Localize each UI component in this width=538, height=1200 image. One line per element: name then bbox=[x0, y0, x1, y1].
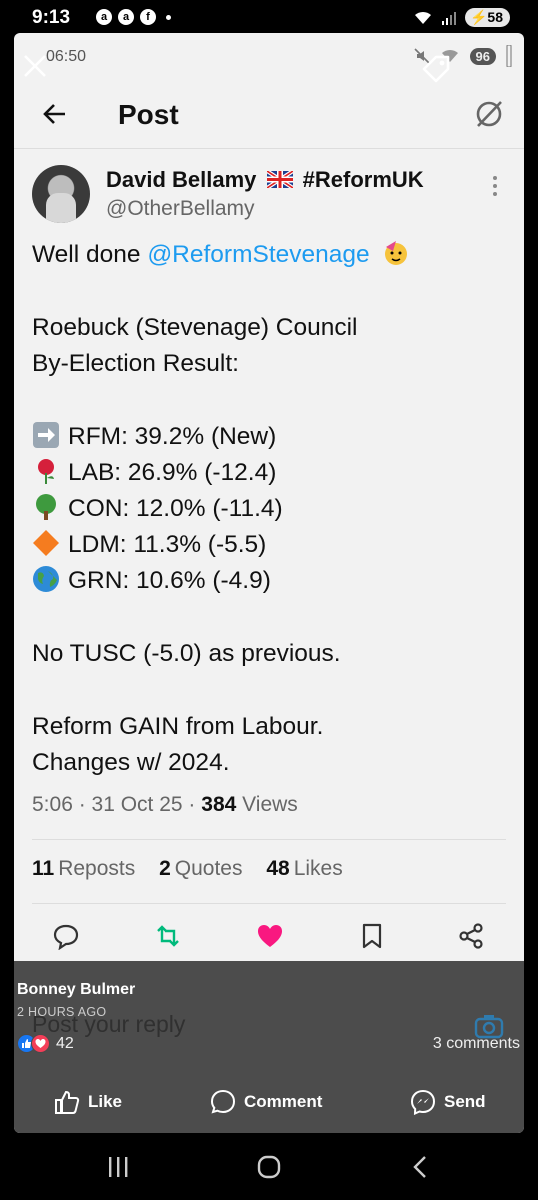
reposts-stat[interactable]: 11 Reposts bbox=[32, 857, 135, 880]
inner-status-time: 06:50 bbox=[46, 48, 87, 65]
screenshot-card: 06:50 96 Post David Bellamy #ReformUK @O… bbox=[14, 33, 524, 1133]
system-icons: ⚡58 bbox=[413, 8, 510, 27]
result-line: LDM: 11.3% (-5.5) bbox=[32, 527, 502, 563]
more-notifications-icon bbox=[166, 14, 171, 20]
views-count: 384 bbox=[201, 793, 237, 816]
reaction-count: 42 bbox=[56, 1034, 74, 1052]
partying-face-emoji-icon bbox=[385, 241, 408, 265]
comments-count[interactable]: 3 comments bbox=[433, 1035, 520, 1053]
fb-send-label: Send bbox=[444, 1092, 486, 1111]
grok-icon[interactable] bbox=[474, 99, 504, 129]
reposts-count: 11 bbox=[32, 857, 55, 880]
comment-bubble-icon bbox=[210, 1089, 236, 1114]
post-timestamp: 5:06 · 31 Oct 25 · bbox=[32, 793, 202, 816]
author-display-name: David Bellamy bbox=[106, 167, 257, 192]
facebook-notification-icon: f bbox=[140, 9, 156, 25]
uk-flag-icon bbox=[266, 171, 293, 188]
post-line: Reform GAIN from Labour. bbox=[32, 713, 324, 740]
battery-level: 58 bbox=[487, 9, 503, 25]
rose-emoji-icon bbox=[38, 459, 54, 484]
post-line: Changes w/ 2024. bbox=[32, 749, 230, 776]
author-tag: #ReformUK bbox=[302, 167, 424, 192]
comment-time: 2 HOURS AGO bbox=[17, 1005, 107, 1019]
reposts-label: Reposts bbox=[58, 857, 136, 880]
battery-indicator: ⚡58 bbox=[464, 8, 510, 27]
like-heart-icon[interactable] bbox=[256, 922, 284, 950]
author-handle[interactable]: @OtherBellamy bbox=[106, 197, 255, 221]
reactions-summary[interactable]: 42 bbox=[17, 1034, 74, 1053]
result-text: LDM: 11.3% (-5.5) bbox=[68, 531, 267, 558]
likes-stat[interactable]: 48 Likes bbox=[266, 857, 342, 880]
fb-like-label: Like bbox=[88, 1092, 123, 1111]
quotes-count: 2 bbox=[159, 857, 171, 880]
post-meta: 5:06 · 31 Oct 25 · 384 Views bbox=[32, 793, 298, 817]
navigation-bar bbox=[0, 1140, 538, 1200]
result-line: RFM: 39.2% (New) bbox=[32, 419, 502, 455]
post-line: Roebuck (Stevenage) Council bbox=[32, 314, 358, 341]
fb-comment-button[interactable]: Comment bbox=[210, 1089, 322, 1115]
commenter-name[interactable]: Bonney Bulmer bbox=[17, 981, 135, 999]
post-header: Post bbox=[14, 85, 524, 149]
post-text: Well done @ReformStevenage Roebuck (Stev… bbox=[32, 237, 502, 781]
globe-emoji-icon bbox=[33, 566, 59, 592]
reply-icon[interactable] bbox=[52, 922, 80, 950]
app-notification-icon: a bbox=[118, 9, 134, 25]
post-text-segment: Well done bbox=[32, 241, 148, 268]
tag-icon[interactable] bbox=[418, 51, 452, 85]
bookmark-icon[interactable] bbox=[358, 922, 386, 950]
back-nav-icon[interactable] bbox=[410, 1154, 430, 1180]
result-line: CON: 12.0% (-11.4) bbox=[32, 491, 502, 527]
share-icon[interactable] bbox=[458, 922, 486, 950]
quotes-stat[interactable]: 2 Quotes bbox=[159, 857, 242, 880]
views-label: Views bbox=[236, 793, 298, 816]
facebook-action-bar: Like Comment Send bbox=[14, 1079, 524, 1123]
signal-icon bbox=[441, 11, 456, 25]
author-name[interactable]: David Bellamy #ReformUK bbox=[106, 167, 424, 193]
close-icon[interactable] bbox=[22, 53, 48, 79]
post-actions bbox=[14, 918, 524, 958]
result-line: LAB: 26.9% (-12.4) bbox=[32, 455, 502, 491]
more-options-icon[interactable] bbox=[492, 175, 498, 197]
avatar[interactable] bbox=[32, 165, 90, 223]
inner-battery-badge: 96 bbox=[469, 47, 496, 65]
fb-send-button[interactable]: Send bbox=[410, 1089, 486, 1115]
repost-icon[interactable] bbox=[154, 922, 182, 950]
right-arrow-emoji-icon bbox=[33, 422, 59, 448]
facebook-overlay: Post your reply Bonney Bulmer 2 HOURS AG… bbox=[14, 961, 524, 1133]
notification-icons: a a f bbox=[96, 9, 171, 25]
back-arrow-icon[interactable] bbox=[42, 101, 68, 127]
thumbs-up-icon bbox=[55, 1090, 80, 1114]
messenger-icon bbox=[410, 1089, 436, 1115]
quotes-label: Quotes bbox=[174, 857, 243, 880]
inner-signal-icon bbox=[506, 45, 512, 67]
likes-label: Likes bbox=[293, 857, 343, 880]
result-text: GRN: 10.6% (-4.9) bbox=[68, 567, 271, 594]
result-text: RFM: 39.2% (New) bbox=[68, 423, 277, 450]
result-text: CON: 12.0% (-11.4) bbox=[68, 495, 283, 522]
post-line: By-Election Result: bbox=[32, 350, 239, 377]
result-line: GRN: 10.6% (-4.9) bbox=[32, 563, 502, 599]
result-text: LAB: 26.9% (-12.4) bbox=[68, 459, 277, 486]
likes-count: 48 bbox=[266, 857, 290, 880]
wifi-icon bbox=[414, 11, 431, 24]
fb-like-button[interactable]: Like bbox=[54, 1089, 122, 1115]
tree-emoji-icon bbox=[36, 494, 56, 520]
divider bbox=[32, 839, 506, 840]
app-notification-icon: a bbox=[96, 9, 112, 25]
page-title: Post bbox=[118, 99, 179, 130]
mention-link[interactable]: @ReformStevenage bbox=[147, 241, 369, 268]
post-line: Well done @ReformStevenage bbox=[32, 237, 502, 273]
post-stats: 11 Reposts 2 Quotes 48 Likes bbox=[32, 857, 361, 881]
recent-apps-icon[interactable] bbox=[106, 1154, 130, 1180]
divider bbox=[32, 903, 506, 904]
orange-diamond-emoji-icon bbox=[33, 530, 59, 556]
fb-comment-label: Comment bbox=[244, 1092, 323, 1111]
status-time: 9:13 bbox=[32, 7, 71, 28]
post-line: No TUSC (-5.0) as previous. bbox=[32, 640, 341, 667]
love-reaction-icon bbox=[31, 1034, 50, 1053]
status-bar: 9:13 a a f ⚡58 bbox=[0, 0, 538, 34]
home-icon[interactable] bbox=[256, 1154, 282, 1180]
